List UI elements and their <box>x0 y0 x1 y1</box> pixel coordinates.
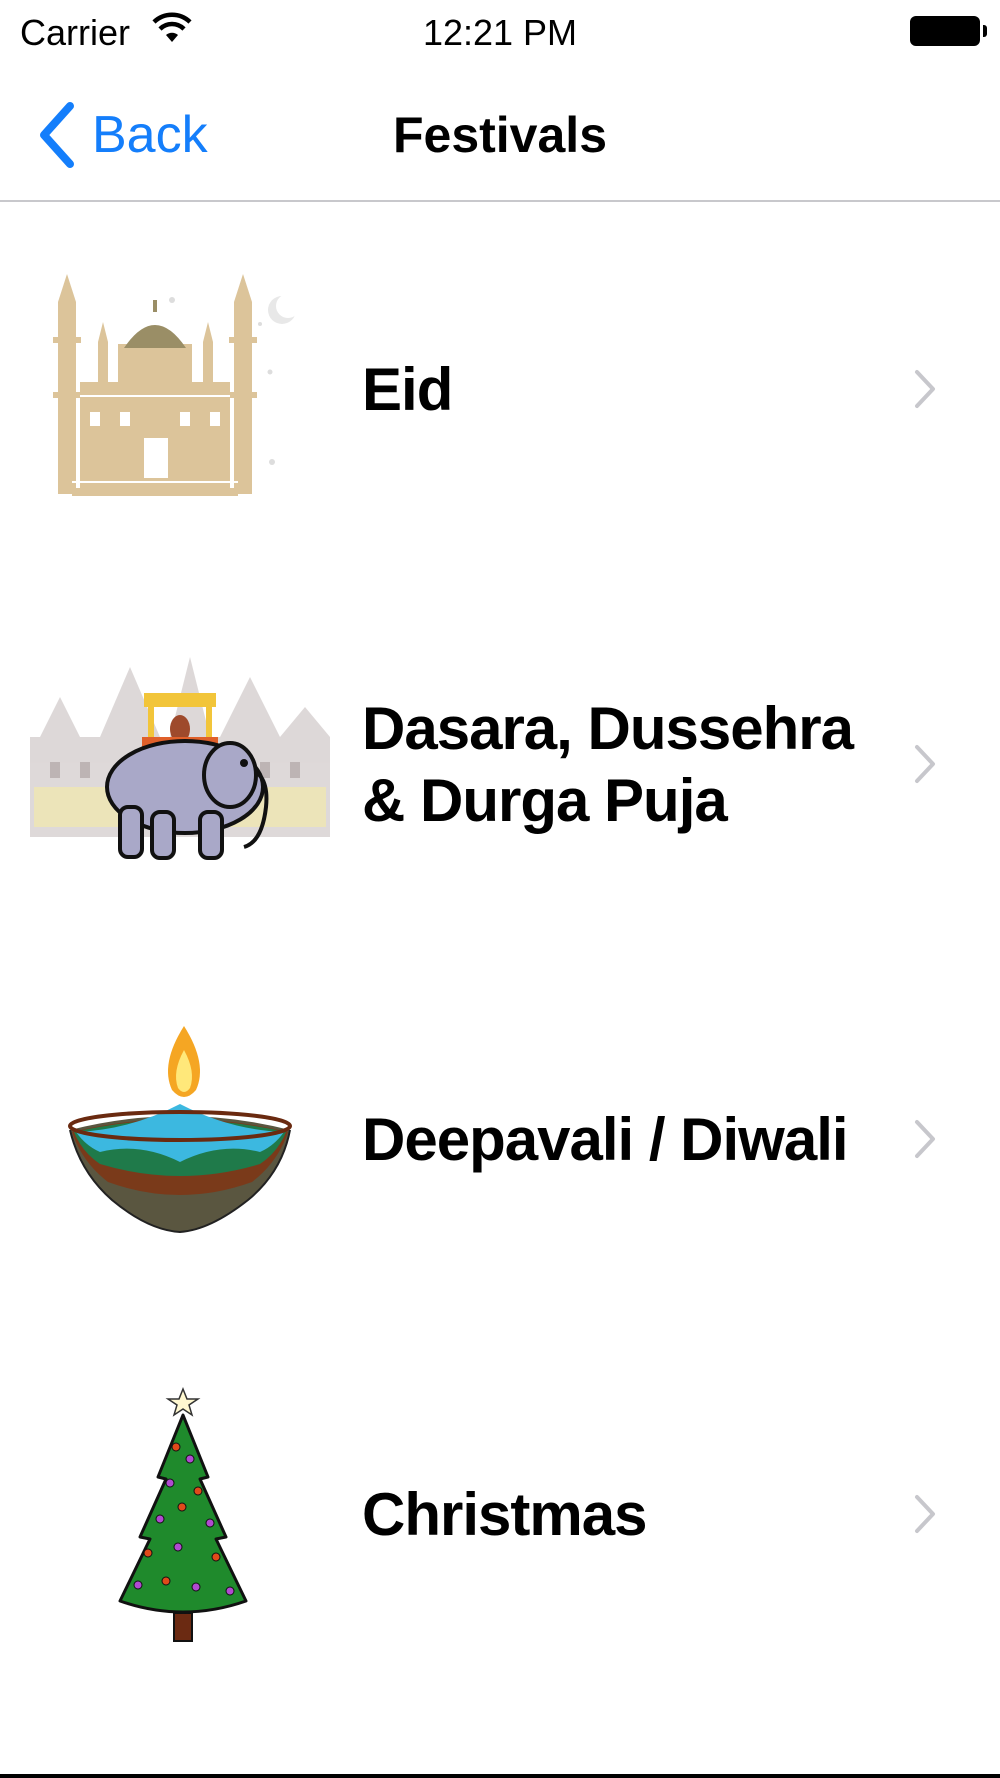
festival-list: Eid Dasara, Dussehra & Durga Puja Deepav… <box>0 202 1000 1702</box>
battery-icon <box>910 16 987 46</box>
festival-label: Deepavali / Diwali <box>362 1105 849 1173</box>
list-item-deepavali[interactable]: Deepavali / Diwali <box>0 952 1000 1327</box>
chevron-right-icon <box>915 1495 935 1533</box>
navigation-bar: Back Festivals <box>0 68 1000 202</box>
bottom-edge <box>0 1774 1000 1778</box>
wifi-icon <box>152 12 192 42</box>
festival-label: Christmas <box>362 1480 647 1548</box>
elephant-palace-icon <box>30 657 330 860</box>
diya-lamp-icon <box>68 1026 292 1234</box>
chevron-right-icon <box>915 1120 935 1158</box>
christmas-tree-icon <box>118 1387 248 1642</box>
mosque-icon <box>53 274 300 496</box>
festival-label: Eid <box>362 355 453 423</box>
list-item-eid[interactable]: Eid <box>0 202 1000 577</box>
carrier-label: Carrier <box>20 12 131 53</box>
chevron-right-icon <box>915 370 935 408</box>
status-bar: Carrier 12:21 PM <box>0 0 1000 68</box>
clock: 12:21 PM <box>422 12 578 53</box>
chevron-right-icon <box>915 745 935 783</box>
festival-label: Dasara, Dussehra & Durga Puja <box>362 694 854 834</box>
page-title: Festivals <box>392 107 607 163</box>
list-item-christmas[interactable]: Christmas <box>0 1327 1000 1702</box>
list-item-dasara[interactable]: Dasara, Dussehra & Durga Puja <box>0 577 1000 952</box>
